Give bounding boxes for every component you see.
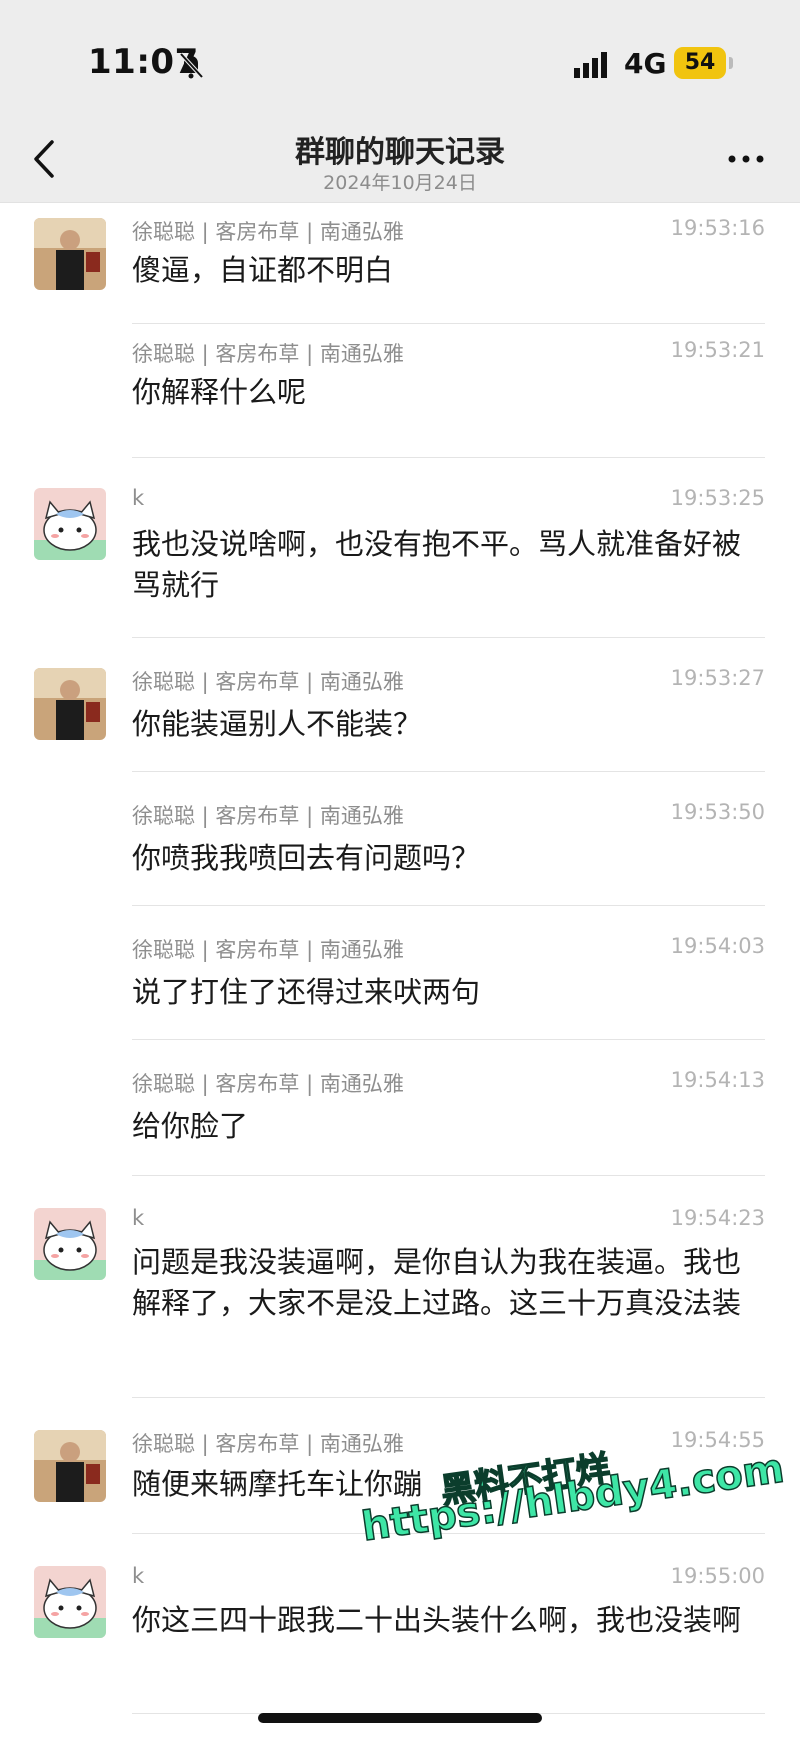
battery-level: 54	[674, 47, 726, 79]
sender-name: 徐聪聪 | 客房布草 | 南通弘雅	[132, 342, 404, 366]
status-bar: 11:07 4G 54	[0, 0, 800, 120]
message-text: 傻逼，自证都不明白	[132, 253, 394, 287]
message-text: 问题是我没装逼啊，是你自认为我在装逼。我也解释了，大家不是没上过路。这三十万真没…	[132, 1245, 742, 1320]
message-item[interactable]: 徐聪聪 | 客房布草 | 南通弘雅 19:53:16 傻逼，自证都不明白	[0, 202, 800, 324]
sender-name: 徐聪聪 | 客房布草 | 南通弘雅	[132, 220, 404, 244]
message-text: 给你脸了	[132, 1109, 249, 1143]
message-text: 你这三四十跟我二十出头装什么啊，我也没装啊	[132, 1603, 742, 1637]
home-indicator[interactable]	[258, 1713, 542, 1723]
avatar-cat[interactable]	[34, 488, 106, 560]
message-item[interactable]: k 19:55:00 你这三四十跟我二十出头装什么啊，我也没装啊	[0, 1534, 800, 1714]
message-text: 你喷我我喷回去有问题吗？	[132, 841, 481, 875]
message-text: 你能装逼别人不能装？	[132, 707, 423, 741]
message-item[interactable]: 徐聪聪 | 客房布草 | 南通弘雅 19:53:21 你解释什么呢	[0, 324, 800, 458]
message-time: 19:53:21	[670, 338, 765, 362]
message-text: 说了打住了还得过来吠两句	[132, 975, 481, 1009]
avatar-man[interactable]	[34, 1430, 106, 1502]
sender-name: 徐聪聪 | 客房布草 | 南通弘雅	[132, 670, 404, 694]
sender-name: 徐聪聪 | 客房布草 | 南通弘雅	[132, 804, 404, 828]
bell-slash-icon	[179, 52, 204, 79]
sender-name: k	[132, 1564, 145, 1588]
sender-name: 徐聪聪 | 客房布草 | 南通弘雅	[132, 938, 404, 962]
message-time: 19:54:03	[670, 934, 765, 958]
message-time: 19:54:23	[670, 1206, 765, 1230]
avatar-cat[interactable]	[34, 1566, 106, 1638]
message-time: 19:53:16	[670, 216, 765, 240]
message-item[interactable]: 徐聪聪 | 客房布草 | 南通弘雅 19:53:50 你喷我我喷回去有问题吗？	[0, 772, 800, 906]
nav-bar: 群聊的聊天记录 2024年10月24日	[0, 120, 800, 203]
sender-name: k	[132, 486, 145, 510]
message-time: 19:54:55	[670, 1428, 765, 1452]
avatar-cat[interactable]	[34, 1208, 106, 1280]
message-text: 你解释什么呢	[132, 375, 307, 409]
sender-name: 徐聪聪 | 客房布草 | 南通弘雅	[132, 1072, 404, 1096]
message-item[interactable]: 徐聪聪 | 客房布草 | 南通弘雅 19:53:27 你能装逼别人不能装？	[0, 638, 800, 772]
message-time: 19:55:00	[670, 1564, 765, 1588]
network-type: 4G	[624, 47, 667, 80]
avatar-man[interactable]	[34, 218, 106, 290]
message-item[interactable]: 徐聪聪 | 客房布草 | 南通弘雅 19:54:13 给你脸了	[0, 1040, 800, 1176]
message-time: 19:54:13	[670, 1068, 765, 1092]
battery-cap	[729, 57, 733, 69]
sender-name: 徐聪聪 | 客房布草 | 南通弘雅	[132, 1432, 404, 1456]
page-title: 群聊的聊天记录	[295, 135, 505, 170]
message-time: 19:53:50	[670, 800, 765, 824]
page-date: 2024年10月24日	[323, 172, 477, 194]
message-item[interactable]: k 19:54:23 问题是我没装逼啊，是你自认为我在装逼。我也解释了，大家不是…	[0, 1176, 800, 1398]
avatar-man[interactable]	[34, 668, 106, 740]
message-time: 19:53:27	[670, 666, 765, 690]
signal-icon	[574, 52, 607, 78]
message-text: 我也没说啥啊，也没有抱不平。骂人就准备好被骂就行	[132, 527, 742, 602]
message-item[interactable]: 徐聪聪 | 客房布草 | 南通弘雅 19:54:03 说了打住了还得过来吠两句	[0, 906, 800, 1040]
sender-name: k	[132, 1206, 145, 1230]
more-dots-icon[interactable]	[726, 144, 766, 174]
message-item[interactable]: k 19:53:25 我也没说啥啊，也没有抱不平。骂人就准备好被骂就行	[0, 458, 800, 638]
message-time: 19:53:25	[670, 486, 765, 510]
